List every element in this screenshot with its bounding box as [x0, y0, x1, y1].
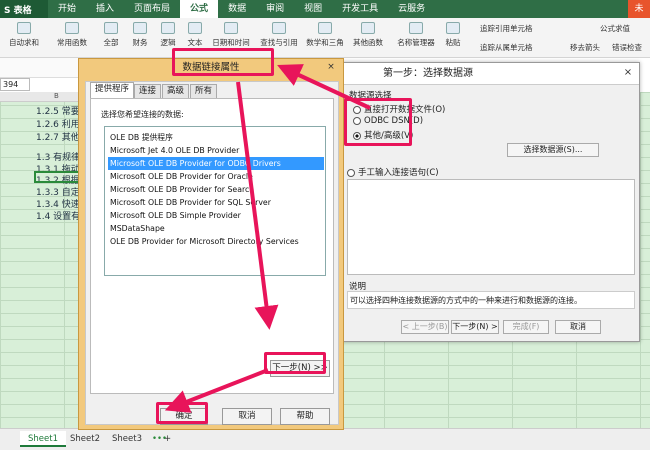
- other-functions-button[interactable]: 其他函数: [348, 22, 388, 48]
- provider-list[interactable]: OLE DB 提供程序 Microsoft Jet 4.0 OLE DB Pro…: [104, 126, 326, 276]
- name-box[interactable]: 394: [0, 78, 30, 91]
- highlight-options: [344, 98, 412, 146]
- close-icon[interactable]: ×: [323, 61, 339, 74]
- list-item[interactable]: MSDataShape: [108, 222, 324, 235]
- sheet-tab-bar: Sheet1 Sheet2 Sheet3 ••• +: [0, 428, 650, 450]
- menu-cloud[interactable]: 云服务: [388, 0, 435, 18]
- highlight-title: [172, 48, 274, 76]
- name-manager-button[interactable]: 名称管理器: [394, 22, 438, 48]
- list-item[interactable]: Microsoft OLE DB Provider for SQL Server: [108, 196, 324, 209]
- math-button[interactable]: 数学和三角: [302, 22, 348, 48]
- cell-text[interactable]: 1.2.5 常要: [36, 104, 80, 117]
- list-item[interactable]: Microsoft Jet 4.0 OLE DB Provider: [108, 144, 324, 157]
- cancel-button[interactable]: 取消: [222, 408, 272, 425]
- cell-text[interactable]: 1.2.7 其他: [36, 130, 80, 143]
- note-text: 可以选择四种连接数据源的方式中的一种来进行和数据源的连接。: [347, 291, 635, 309]
- function-icon: [104, 22, 118, 34]
- tab-connection[interactable]: 连接: [134, 84, 162, 98]
- paste-icon: [446, 22, 460, 34]
- radio-icon: [347, 168, 355, 177]
- tab-advanced[interactable]: 高级: [162, 84, 190, 98]
- tab-all[interactable]: 所有: [190, 84, 218, 98]
- clock-icon: [224, 22, 238, 34]
- option-manual[interactable]: 手工输入连接语句(C): [347, 166, 439, 178]
- list-item[interactable]: Microsoft OLE DB Provider for Search: [108, 183, 324, 196]
- list-item-selected[interactable]: Microsoft OLE DB Provider for ODBC Drive…: [108, 157, 324, 170]
- menu-page-layout[interactable]: 页面布局: [124, 0, 180, 18]
- remove-arrows-button[interactable]: 移去箭头: [570, 42, 600, 53]
- highlight-ok: [156, 402, 208, 424]
- logic-icon: [161, 22, 175, 34]
- wizard-next-button[interactable]: 下一步(N) >: [451, 320, 499, 334]
- close-icon[interactable]: ×: [621, 66, 635, 80]
- list-item[interactable]: OLE DB Provider for Microsoft Directory …: [108, 235, 324, 248]
- sheet-tab-1[interactable]: Sheet1: [20, 431, 66, 447]
- trace-dependents-button[interactable]: 追踪从属单元格: [480, 42, 533, 53]
- instruction-text: 选择您希望连接的数据:: [101, 110, 184, 119]
- app-logo[interactable]: S 表格: [0, 0, 48, 18]
- finance-button[interactable]: 财务: [126, 22, 154, 48]
- wizard-cancel-button[interactable]: 取消: [555, 320, 601, 334]
- menu-bar: S 表格 开始 插入 页面布局 公式 数据 审阅 视图 开发工具 云服务: [0, 0, 650, 18]
- error-check-button[interactable]: 错误检查: [612, 42, 650, 53]
- more-icon: [361, 22, 375, 34]
- text-icon: [188, 22, 202, 34]
- math-icon: [318, 22, 332, 34]
- search-icon: [272, 22, 286, 34]
- autosum-button[interactable]: 自动求和: [2, 22, 46, 48]
- list-item[interactable]: Microsoft OLE DB Simple Provider: [108, 209, 324, 222]
- select-data-source-button[interactable]: 选择数据源(S)...: [507, 143, 599, 157]
- list-item[interactable]: OLE DB 提供程序: [108, 131, 324, 144]
- column-header: B: [0, 92, 90, 102]
- paste-button[interactable]: 粘贴: [440, 22, 466, 48]
- menu-review[interactable]: 审阅: [256, 0, 294, 18]
- sheet-tab-2[interactable]: Sheet2: [62, 431, 108, 447]
- text-button[interactable]: 文本: [182, 22, 208, 48]
- ribbon: 自动求和 常用函数 全部 财务 逻辑 文本 日期和时间 查找与引用 数学和三角 …: [0, 18, 650, 58]
- coin-icon: [133, 22, 147, 34]
- add-sheet-button[interactable]: +: [156, 431, 179, 447]
- menu-data[interactable]: 数据: [218, 0, 256, 18]
- connection-string-input[interactable]: [347, 179, 635, 275]
- tab-provider[interactable]: 提供程序: [90, 82, 135, 98]
- menu-insert[interactable]: 插入: [86, 0, 124, 18]
- window-control[interactable]: 未: [628, 0, 650, 18]
- logic-button[interactable]: 逻辑: [154, 22, 182, 48]
- lookup-button[interactable]: 查找与引用: [256, 22, 302, 48]
- datetime-button[interactable]: 日期和时间: [208, 22, 254, 48]
- menu-start[interactable]: 开始: [48, 0, 86, 18]
- data-link-dialog: 数据链接属性 × 提供程序 连接 高级 所有 选择您希望连接的数据: OLE D…: [78, 58, 344, 430]
- show-formula-button[interactable]: 公式求值: [600, 23, 630, 34]
- sum-icon: [17, 22, 31, 34]
- common-functions-button[interactable]: 常用函数: [50, 22, 94, 48]
- help-button[interactable]: 帮助: [280, 408, 330, 425]
- finish-button[interactable]: 完成(F): [503, 320, 549, 334]
- cell-text[interactable]: 1.4 设置有: [36, 209, 80, 222]
- tag-icon: [409, 22, 423, 34]
- menu-formula[interactable]: 公式: [180, 0, 219, 18]
- trace-precedents-button[interactable]: 追踪引用单元格: [480, 23, 533, 34]
- highlight-next: [264, 352, 326, 374]
- menu-view[interactable]: 视图: [294, 0, 332, 18]
- star-icon: [65, 22, 79, 34]
- cell-text[interactable]: 1.2.6 利用: [36, 117, 80, 130]
- list-item[interactable]: Microsoft OLE DB Provider for Oracle: [108, 170, 324, 183]
- menu-developer[interactable]: 开发工具: [332, 0, 388, 18]
- prev-button[interactable]: < 上一步(B): [401, 320, 449, 334]
- wizard-title: 第一步：选择数据源: [341, 63, 639, 85]
- all-functions-button[interactable]: 全部: [96, 22, 126, 48]
